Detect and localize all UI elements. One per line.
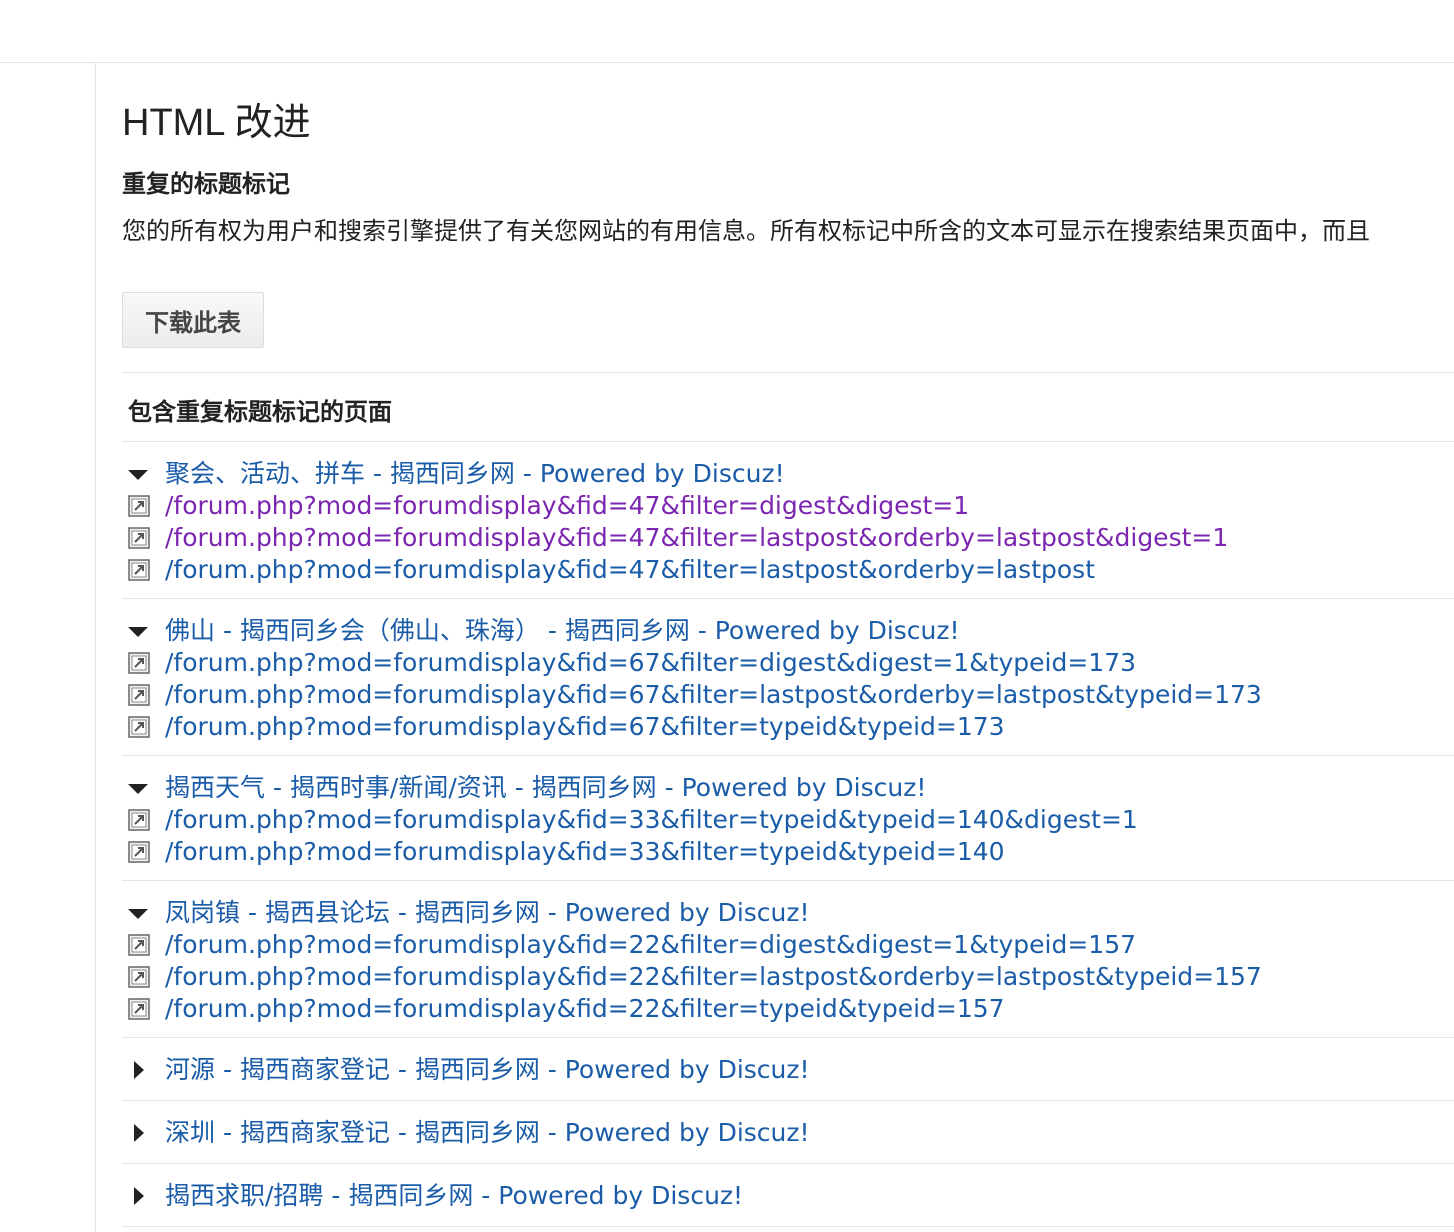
- url-row: /forum.php?mod=forumdisplay&fid=22&filte…: [122, 961, 1454, 993]
- duplicate-title-group: 河源 - 揭西商家登记 - 揭西同乡网 - Powered by Discuz!: [122, 1038, 1454, 1101]
- external-link-icon[interactable]: [128, 559, 150, 581]
- url-row: /forum.php?mod=forumdisplay&fid=22&filte…: [122, 929, 1454, 961]
- table-header: 包含重复标题标记的页面: [122, 372, 1454, 442]
- group-title-link[interactable]: 佛山 - 揭西同乡会（佛山、珠海） - 揭西同乡网 - Powered by D…: [165, 615, 960, 647]
- triangle-down-icon[interactable]: [126, 772, 150, 804]
- url-row: /forum.php?mod=forumdisplay&fid=33&filte…: [122, 804, 1454, 836]
- duplicate-title-group: 揭西天气 - 揭西时事/新闻/资讯 - 揭西同乡网 - Powered by D…: [122, 756, 1454, 881]
- group-header-row: 佛山 - 揭西同乡会（佛山、珠海） - 揭西同乡网 - Powered by D…: [122, 615, 1454, 647]
- group-title-link[interactable]: 深圳 - 揭西商家登记 - 揭西同乡网 - Powered by Discuz!: [165, 1117, 810, 1149]
- duplicate-title-groups: 聚会、活动、拼车 - 揭西同乡网 - Powered by Discuz!/fo…: [122, 442, 1454, 1227]
- group-title-link[interactable]: 聚会、活动、拼车 - 揭西同乡网 - Powered by Discuz!: [165, 458, 785, 490]
- duplicate-title-group: 佛山 - 揭西同乡会（佛山、珠海） - 揭西同乡网 - Powered by D…: [122, 599, 1454, 756]
- external-link-icon[interactable]: [128, 809, 150, 831]
- group-header-row: 河源 - 揭西商家登记 - 揭西同乡网 - Powered by Discuz!: [122, 1054, 1454, 1086]
- page-title: HTML 改进: [122, 102, 311, 144]
- page-url-link[interactable]: /forum.php?mod=forumdisplay&fid=33&filte…: [165, 804, 1138, 836]
- page-url-link[interactable]: /forum.php?mod=forumdisplay&fid=67&filte…: [165, 711, 1005, 743]
- page-url-link[interactable]: /forum.php?mod=forumdisplay&fid=22&filte…: [165, 929, 1136, 961]
- external-link-icon[interactable]: [128, 841, 150, 863]
- group-title-link[interactable]: 河源 - 揭西商家登记 - 揭西同乡网 - Powered by Discuz!: [165, 1054, 810, 1086]
- external-link-icon[interactable]: [128, 684, 150, 706]
- url-row: /forum.php?mod=forumdisplay&fid=22&filte…: [122, 993, 1454, 1025]
- left-navigation-rail: [0, 63, 96, 1232]
- group-title-link[interactable]: 凤岗镇 - 揭西县论坛 - 揭西同乡网 - Powered by Discuz!: [165, 897, 810, 929]
- duplicate-title-group: 揭西求职/招聘 - 揭西同乡网 - Powered by Discuz!: [122, 1164, 1454, 1227]
- external-link-icon[interactable]: [128, 934, 150, 956]
- external-link-icon[interactable]: [128, 652, 150, 674]
- group-header-row: 聚会、活动、拼车 - 揭西同乡网 - Powered by Discuz!: [122, 458, 1454, 490]
- page-url-link[interactable]: /forum.php?mod=forumdisplay&fid=22&filte…: [165, 993, 1005, 1025]
- page-url-link[interactable]: /forum.php?mod=forumdisplay&fid=67&filte…: [165, 647, 1136, 679]
- duplicate-title-group: 深圳 - 揭西商家登记 - 揭西同乡网 - Powered by Discuz!: [122, 1101, 1454, 1164]
- group-header-row: 凤岗镇 - 揭西县论坛 - 揭西同乡网 - Powered by Discuz!: [122, 897, 1454, 929]
- group-header-row: 深圳 - 揭西商家登记 - 揭西同乡网 - Powered by Discuz!: [122, 1117, 1454, 1149]
- top-bar: [0, 0, 1454, 63]
- table-header-label: 包含重复标题标记的页面: [128, 398, 392, 426]
- duplicate-title-group: 凤岗镇 - 揭西县论坛 - 揭西同乡网 - Powered by Discuz!…: [122, 881, 1454, 1038]
- url-row: /forum.php?mod=forumdisplay&fid=33&filte…: [122, 836, 1454, 868]
- group-header-row: 揭西求职/招聘 - 揭西同乡网 - Powered by Discuz!: [122, 1180, 1454, 1212]
- external-link-icon[interactable]: [128, 966, 150, 988]
- url-row: /forum.php?mod=forumdisplay&fid=67&filte…: [122, 647, 1454, 679]
- url-row: /forum.php?mod=forumdisplay&fid=47&filte…: [122, 554, 1454, 586]
- external-link-icon[interactable]: [128, 495, 150, 517]
- group-header-row: 揭西天气 - 揭西时事/新闻/资讯 - 揭西同乡网 - Powered by D…: [122, 772, 1454, 804]
- page-url-link[interactable]: /forum.php?mod=forumdisplay&fid=47&filte…: [165, 490, 969, 522]
- url-row: /forum.php?mod=forumdisplay&fid=47&filte…: [122, 490, 1454, 522]
- triangle-down-icon[interactable]: [126, 615, 150, 647]
- triangle-right-icon[interactable]: [126, 1054, 150, 1086]
- duplicate-title-group: 聚会、活动、拼车 - 揭西同乡网 - Powered by Discuz!/fo…: [122, 442, 1454, 599]
- download-table-button[interactable]: 下载此表: [122, 292, 264, 348]
- external-link-icon[interactable]: [128, 527, 150, 549]
- triangle-right-icon[interactable]: [126, 1180, 150, 1212]
- url-row: /forum.php?mod=forumdisplay&fid=47&filte…: [122, 522, 1454, 554]
- section-description: 您的所有权为用户和搜索引擎提供了有关您网站的有用信息。所有权标记中所含的文本可显…: [122, 217, 1370, 245]
- external-link-icon[interactable]: [128, 716, 150, 738]
- url-row: /forum.php?mod=forumdisplay&fid=67&filte…: [122, 711, 1454, 743]
- url-row: /forum.php?mod=forumdisplay&fid=67&filte…: [122, 679, 1454, 711]
- group-title-link[interactable]: 揭西求职/招聘 - 揭西同乡网 - Powered by Discuz!: [165, 1180, 743, 1212]
- group-title-link[interactable]: 揭西天气 - 揭西时事/新闻/资讯 - 揭西同乡网 - Powered by D…: [165, 772, 926, 804]
- page-url-link[interactable]: /forum.php?mod=forumdisplay&fid=47&filte…: [165, 522, 1228, 554]
- page-url-link[interactable]: /forum.php?mod=forumdisplay&fid=67&filte…: [165, 679, 1262, 711]
- page-url-link[interactable]: /forum.php?mod=forumdisplay&fid=22&filte…: [165, 961, 1262, 993]
- main-content: HTML 改进 重复的标题标记 您的所有权为用户和搜索引擎提供了有关您网站的有用…: [122, 63, 1454, 1232]
- page-url-link[interactable]: /forum.php?mod=forumdisplay&fid=47&filte…: [165, 554, 1095, 586]
- page-url-link[interactable]: /forum.php?mod=forumdisplay&fid=33&filte…: [165, 836, 1005, 868]
- triangle-down-icon[interactable]: [126, 897, 150, 929]
- external-link-icon[interactable]: [128, 998, 150, 1020]
- section-title: 重复的标题标记: [122, 170, 290, 198]
- triangle-down-icon[interactable]: [126, 458, 150, 490]
- triangle-right-icon[interactable]: [126, 1117, 150, 1149]
